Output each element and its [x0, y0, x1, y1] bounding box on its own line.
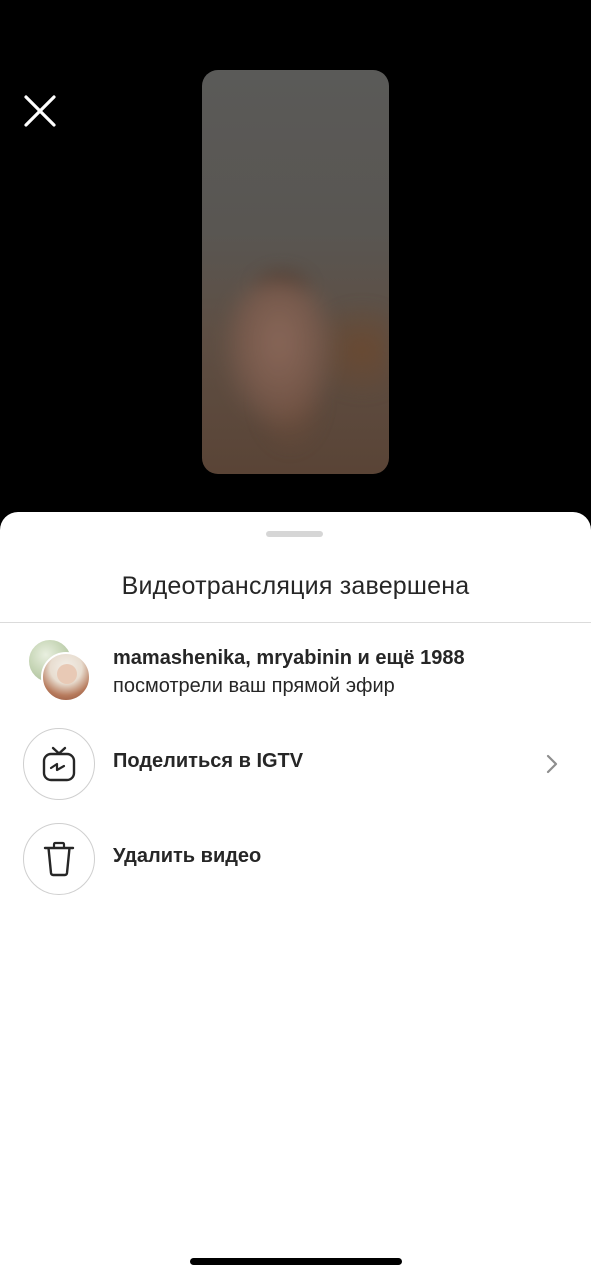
share-igtv-label: Поделиться в IGTV: [113, 750, 304, 772]
close-button[interactable]: [22, 93, 58, 129]
divider: [0, 622, 591, 623]
live-ended-sheet: Видеотрансляция завершена mamashenika, m…: [0, 512, 591, 1280]
delete-video-label: Удалить видео: [113, 845, 262, 867]
sheet-title: Видеотрансляция завершена: [121, 572, 470, 600]
igtv-icon-circle: [23, 728, 95, 800]
live-video-preview: [202, 70, 389, 474]
viewer-avatars: [27, 636, 93, 702]
trash-icon-circle: [23, 823, 95, 895]
viewers-row[interactable]: mamashenika, mryabinin и ещё 1988 посмот…: [0, 636, 591, 706]
home-indicator: [190, 1258, 402, 1265]
avatar: [41, 652, 91, 702]
sheet-grabber[interactable]: [266, 531, 323, 537]
delete-video-button[interactable]: Удалить видео: [0, 823, 591, 895]
trash-icon: [43, 841, 75, 877]
igtv-icon: [42, 746, 76, 782]
close-icon: [24, 95, 56, 127]
chevron-right-icon: [546, 754, 558, 774]
viewers-caption: посмотрели ваш прямой эфир: [113, 675, 395, 697]
viewers-names: mamashenika, mryabinin и ещё 1988: [113, 647, 465, 669]
share-igtv-button[interactable]: Поделиться в IGTV: [0, 728, 591, 800]
preview-blurred-face: [224, 275, 334, 425]
viewers-summary: mamashenika, mryabinin и ещё 1988 посмот…: [113, 644, 465, 700]
